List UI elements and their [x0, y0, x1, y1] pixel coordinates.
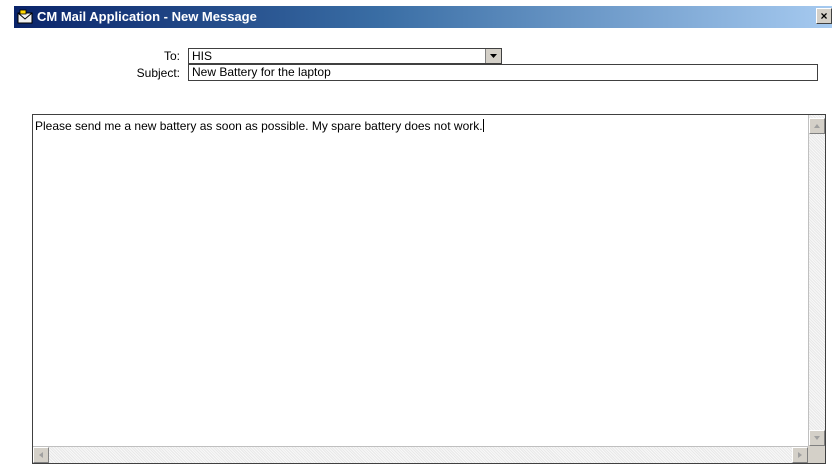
- vertical-scrollbar[interactable]: [808, 115, 825, 446]
- close-button[interactable]: ×: [816, 8, 832, 24]
- arrow-up-icon: [814, 124, 820, 128]
- scroll-left-button[interactable]: [33, 447, 49, 463]
- to-dropdown-button[interactable]: [485, 49, 501, 63]
- text-caret: [482, 119, 484, 132]
- to-value: HIS: [192, 49, 213, 63]
- scroll-up-button[interactable]: [809, 118, 825, 134]
- message-body-text: Please send me a new battery as soon as …: [35, 119, 484, 133]
- scroll-down-button[interactable]: [809, 430, 825, 446]
- arrow-down-icon: [814, 436, 820, 440]
- arrow-right-icon: [798, 452, 802, 458]
- mail-app-icon: [17, 9, 33, 25]
- close-icon: ×: [820, 9, 828, 23]
- arrow-left-icon: [39, 452, 43, 458]
- subject-label: Subject:: [136, 66, 180, 80]
- to-label: To:: [163, 49, 180, 63]
- new-message-window: CM Mail Application - New Message × To: …: [14, 6, 832, 466]
- window-title: CM Mail Application - New Message: [37, 9, 257, 24]
- subject-input[interactable]: New Battery for the laptop: [188, 64, 818, 81]
- message-body-textarea[interactable]: Please send me a new battery as soon as …: [32, 114, 826, 464]
- chevron-down-icon: [490, 54, 497, 58]
- horizontal-scrollbar[interactable]: [33, 446, 808, 463]
- scroll-right-button[interactable]: [792, 447, 808, 463]
- to-dropdown[interactable]: HIS: [188, 48, 502, 64]
- size-grip: [808, 446, 825, 463]
- title-bar[interactable]: CM Mail Application - New Message ×: [14, 6, 832, 28]
- message-body-content: Please send me a new battery as soon as …: [35, 119, 483, 133]
